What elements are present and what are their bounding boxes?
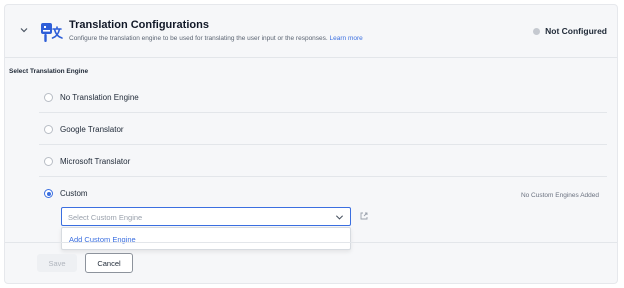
section-label: Select Translation Engine (9, 68, 89, 75)
learn-more-link[interactable]: Learn more (330, 35, 363, 42)
status-dot-icon (533, 27, 541, 35)
panel-header[interactable]: Translation Configurations Configure the… (5, 5, 617, 57)
translation-logo-icon (41, 23, 63, 42)
radio-microsoft[interactable] (44, 157, 53, 166)
cancel-button[interactable]: Cancel (85, 253, 133, 273)
no-custom-engines-note: No Custom Engines Added (520, 192, 599, 199)
radio-no-translation[interactable] (44, 93, 53, 102)
option-google[interactable]: Google Translator (5, 114, 617, 144)
radio-google[interactable] (44, 125, 53, 134)
panel-subtitle: Configure the translation engine to be u… (69, 35, 363, 42)
status-indicator: Not Configured (533, 26, 607, 36)
select-placeholder: Select Custom Engine (68, 213, 143, 222)
custom-engine-select[interactable]: Select Custom Engine (61, 207, 351, 226)
chevron-down-icon[interactable] (335, 213, 344, 222)
option-label: Custom (60, 189, 88, 198)
option-label: Microsoft Translator (60, 157, 131, 166)
option-divider (39, 144, 607, 145)
header-divider (5, 57, 617, 58)
option-label: Google Translator (60, 125, 124, 134)
subtitle-text: Configure the translation engine to be u… (69, 35, 328, 42)
external-link-icon[interactable] (360, 212, 368, 220)
custom-engine-dropdown: Add Custom Engine (61, 227, 351, 250)
option-divider (39, 112, 607, 113)
panel-title: Translation Configurations (69, 19, 209, 31)
option-no-translation[interactable]: No Translation Engine (5, 82, 617, 112)
radio-custom[interactable] (44, 189, 53, 198)
option-divider (39, 176, 607, 177)
status-text: Not Configured (545, 26, 607, 36)
option-label: No Translation Engine (60, 93, 139, 102)
translation-config-panel: Translation Configurations Configure the… (4, 4, 618, 284)
option-microsoft[interactable]: Microsoft Translator (5, 146, 617, 176)
footer-divider (5, 242, 617, 243)
chevron-down-icon[interactable] (19, 25, 29, 35)
save-button[interactable]: Save (37, 254, 77, 272)
